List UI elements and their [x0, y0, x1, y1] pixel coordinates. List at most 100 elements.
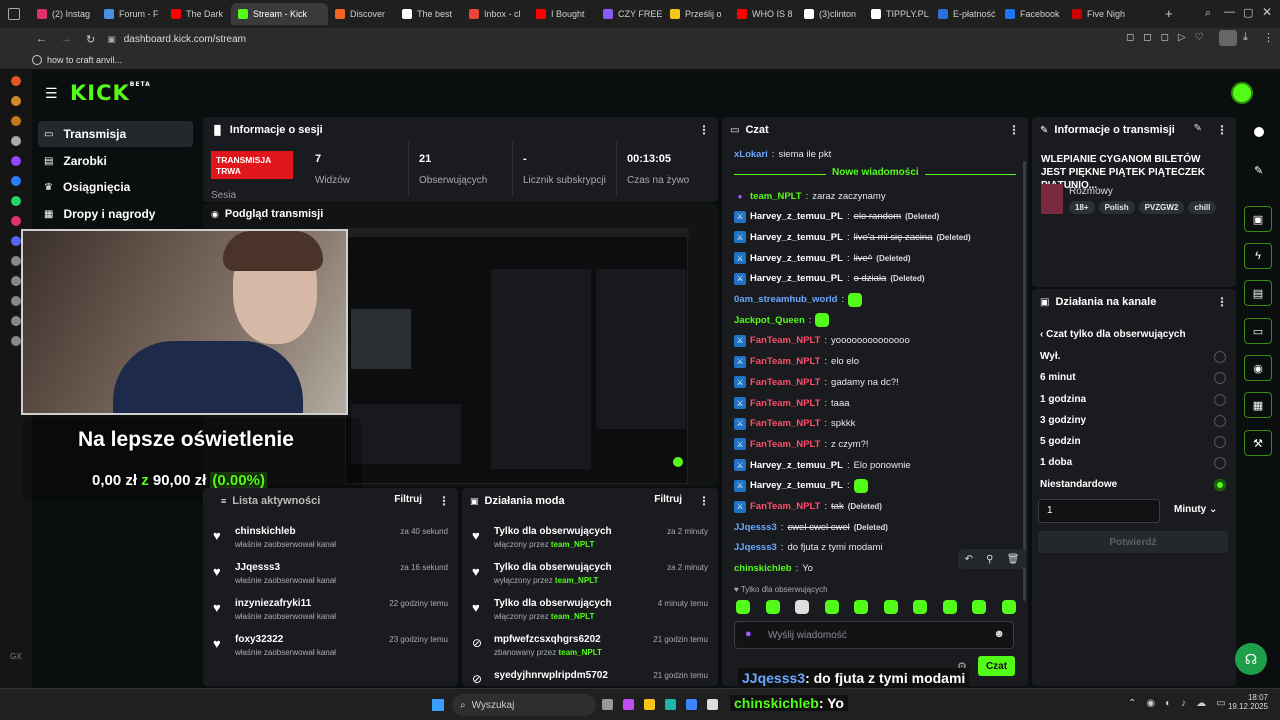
profile-avatar[interactable]: [1219, 30, 1237, 46]
chat-username[interactable]: FanTeam_NPLT: [750, 418, 820, 429]
windows-start-icon[interactable]: [432, 699, 444, 711]
pencil-icon[interactable]: ✎: [1254, 164, 1263, 177]
chat-username[interactable]: Jackpot_Queen: [734, 315, 805, 326]
taskbar-app-icon[interactable]: [602, 699, 613, 710]
browser-tab[interactable]: Facebook: [998, 3, 1065, 25]
hamburger-menu-icon[interactable]: ☰: [45, 85, 58, 102]
emote-icon[interactable]: [883, 600, 898, 614]
rail-button-clip[interactable]: ▣: [1244, 206, 1272, 232]
site-info-icon[interactable]: ▣: [107, 34, 116, 45]
filter-button[interactable]: Filtruj: [654, 494, 682, 505]
sidebar-item-zarobki[interactable]: ▤ Zarobki: [38, 148, 193, 174]
bookmark-link[interactable]: how to craft anvil...: [47, 55, 122, 65]
radio-6min[interactable]: [1214, 372, 1226, 384]
radio-3h[interactable]: [1214, 415, 1226, 427]
browser-tab[interactable]: (3)clinton: [797, 3, 864, 25]
duration-option[interactable]: 1 godzina: [1040, 394, 1086, 405]
mod-action-user[interactable]: team_NPLT: [551, 612, 594, 621]
mod-action-user[interactable]: team_NPLT: [551, 540, 594, 549]
chat-username[interactable]: 0am_streamhub_world: [734, 294, 837, 305]
chat-username[interactable]: FanTeam_NPLT: [750, 398, 820, 409]
browser-tab[interactable]: TIPPLY.PL: [864, 3, 931, 25]
browser-tab[interactable]: E-płatność: [931, 3, 998, 25]
close-icon[interactable]: ✕: [1262, 5, 1272, 19]
side-app-icon[interactable]: [11, 276, 21, 286]
emote-icon[interactable]: [736, 600, 750, 614]
search-tabs-icon[interactable]: ⌕: [1205, 7, 1211, 20]
duration-option[interactable]: 5 godzin: [1040, 436, 1081, 447]
side-app-icon[interactable]: [11, 116, 21, 126]
chat-username[interactable]: FanTeam_NPLT: [750, 356, 820, 367]
activity-username[interactable]: inzyniezafryki11: [235, 598, 311, 609]
browser-tab[interactable]: Forum - F: [97, 3, 164, 25]
chat-username[interactable]: JJqesss3: [734, 522, 777, 533]
rail-button-notes[interactable]: ▤: [1244, 280, 1272, 306]
sidebar-item-osiagniecia[interactable]: ♛ Osiągnięcia: [38, 174, 193, 200]
taskbar-app-icon[interactable]: [644, 699, 655, 710]
taskbar-app-icon[interactable]: [707, 699, 718, 710]
category-thumbnail[interactable]: [1041, 184, 1063, 214]
emoji-icon[interactable]: ☻: [993, 628, 1005, 640]
emote-icon[interactable]: [1001, 600, 1016, 614]
browser-tab[interactable]: (2) Instag: [30, 3, 97, 25]
maximize-icon[interactable]: ▢: [1243, 6, 1253, 19]
rail-button-bolt[interactable]: ϟ: [1244, 243, 1272, 269]
chat-username[interactable]: Harvey_z_temuu_PL: [750, 232, 843, 243]
duration-option[interactable]: 1 doba: [1040, 457, 1072, 468]
rail-button-layout[interactable]: ▦: [1244, 392, 1272, 418]
window-menu-icon[interactable]: [8, 8, 20, 20]
side-app-icon[interactable]: [11, 296, 21, 306]
emote-icon[interactable]: [795, 600, 810, 614]
chat-username[interactable]: xLokari: [734, 149, 768, 160]
browser-menu-icon[interactable]: ⋮: [1263, 31, 1274, 44]
trash-icon[interactable]: 🗑: [1007, 554, 1020, 565]
browser-tab[interactable]: CZY FREE: [596, 3, 663, 25]
support-headset-icon[interactable]: ☊: [1235, 643, 1267, 675]
browser-tab[interactable]: Stream - Kick: [231, 3, 328, 25]
side-app-icon[interactable]: [11, 336, 21, 346]
forward-icon[interactable]: →: [61, 33, 72, 45]
emote-icon[interactable]: [942, 600, 957, 614]
taskbar-app-icon[interactable]: [623, 699, 634, 710]
browser-tab[interactable]: Five Nigh: [1065, 3, 1132, 25]
emote-icon[interactable]: [913, 600, 928, 614]
rail-button-tools[interactable]: ⚒: [1244, 430, 1272, 456]
chat-username[interactable]: FanTeam_NPLT: [750, 501, 820, 512]
discord-icon[interactable]: [11, 236, 21, 246]
side-app-icon[interactable]: [11, 76, 21, 86]
browser-tab[interactable]: The best: [395, 3, 462, 25]
chat-input[interactable]: ● Wyślij wiadomość ☻: [734, 621, 1014, 649]
kick-logo[interactable]: KICKBETA: [70, 81, 151, 105]
chat-username[interactable]: Harvey_z_temuu_PL: [750, 273, 843, 284]
duration-option[interactable]: Niestandardowe: [1040, 479, 1117, 490]
rail-button-broadcast[interactable]: ◉: [1244, 355, 1272, 381]
chat-username[interactable]: Harvey_z_temuu_PL: [750, 460, 843, 471]
chat-username[interactable]: Harvey_z_temuu_PL: [750, 211, 843, 222]
mod-action-user[interactable]: team_NPLT: [558, 648, 601, 657]
category-name[interactable]: Rozmowy: [1069, 186, 1113, 197]
filter-button[interactable]: Filtruj: [394, 494, 422, 505]
browser-tab[interactable]: I Bought: [529, 3, 596, 25]
more-options-icon[interactable]: ⋮: [1008, 123, 1020, 137]
radio-1d[interactable]: [1214, 457, 1226, 469]
duration-option[interactable]: Wył.: [1040, 351, 1060, 362]
chat-username[interactable]: FanTeam_NPLT: [750, 377, 820, 388]
info-icon[interactable]: [1254, 127, 1264, 137]
more-options-icon[interactable]: ⋮: [1216, 123, 1228, 137]
taskbar-clock[interactable]: 18:07 19.12.2025: [1210, 693, 1268, 711]
mod-action-user[interactable]: team_NPLT: [555, 576, 598, 585]
duration-option[interactable]: 3 godziny: [1040, 415, 1086, 426]
side-gx-icon[interactable]: GX: [10, 652, 22, 661]
chat-username[interactable]: JJqesss3: [734, 542, 777, 553]
emote-icon[interactable]: [854, 600, 869, 614]
more-options-icon[interactable]: ⋮: [698, 123, 710, 137]
activity-username[interactable]: JJqesss3: [235, 562, 280, 573]
chat-username[interactable]: FanTeam_NPLT: [750, 335, 820, 346]
browser-tab[interactable]: Prześlij o: [663, 3, 730, 25]
more-options-icon[interactable]: ⋮: [1216, 295, 1228, 309]
edit-icon[interactable]: ✎: [1194, 123, 1202, 134]
rail-button-chat[interactable]: ▭: [1244, 318, 1272, 344]
whatsapp-icon[interactable]: [11, 196, 21, 206]
emote-icon[interactable]: [765, 600, 780, 614]
chat-username[interactable]: Harvey_z_temuu_PL: [750, 253, 843, 264]
